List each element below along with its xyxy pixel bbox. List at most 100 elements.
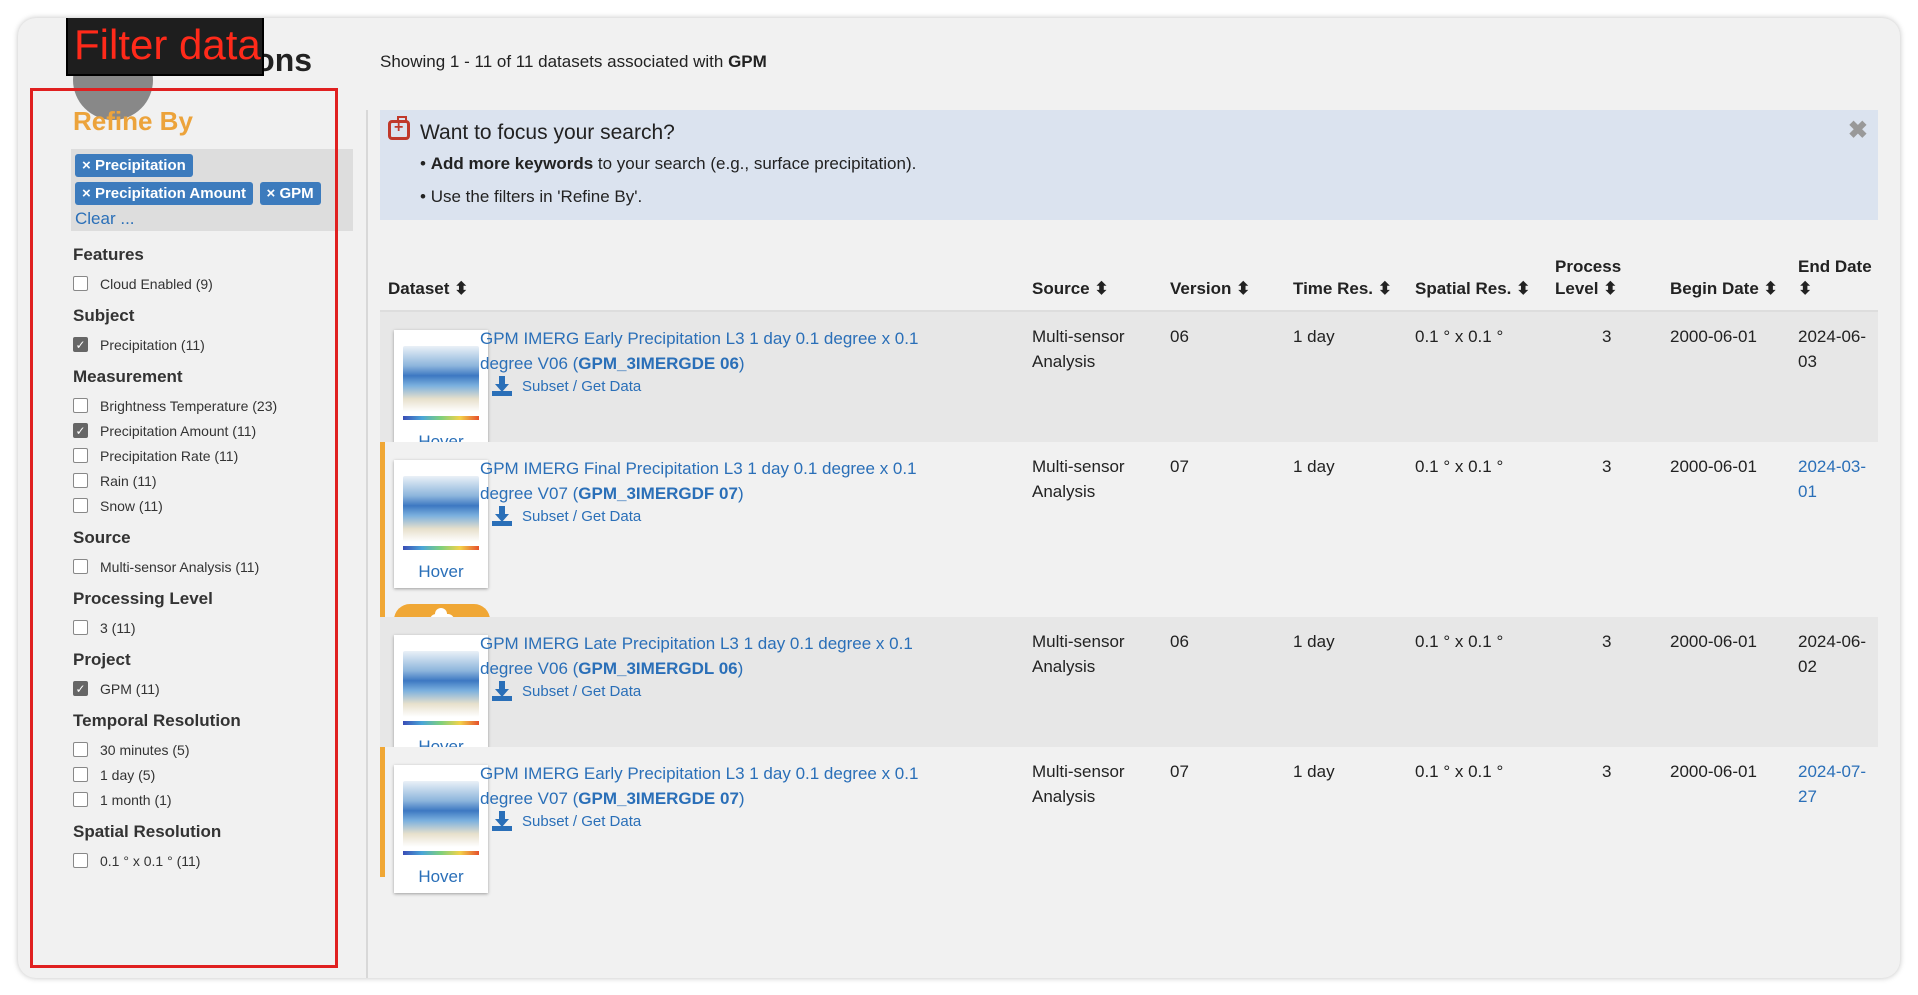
sort-icon[interactable]: ⬍: [1094, 279, 1108, 298]
time-res-cell: 1 day: [1293, 762, 1335, 781]
col-time-res[interactable]: Time Res. ⬍: [1293, 278, 1392, 300]
process-level-cell: 3: [1602, 762, 1612, 781]
facet-checkbox[interactable]: [73, 473, 88, 488]
chip-label: Precipitation: [94, 157, 186, 174]
filter-chip-gpm[interactable]: × GPM: [259, 182, 321, 205]
hover-link[interactable]: Hover: [394, 867, 488, 887]
col-source[interactable]: Source ⬍: [1032, 278, 1109, 300]
sort-icon[interactable]: ⬍: [1798, 279, 1812, 298]
facet-option-label: GPM (11): [100, 680, 160, 697]
dataset-link[interactable]: GPM IMERG Final Precipitation L3 1 day 0…: [480, 456, 940, 506]
facet-option[interactable]: 1 month (1): [73, 791, 333, 808]
map-thumbnail-image: [403, 781, 479, 847]
facet-option[interactable]: Snow (11): [73, 497, 333, 514]
col-label: Process: [1555, 257, 1622, 276]
facet-option[interactable]: ✓ GPM (11): [73, 680, 333, 697]
col-process-level[interactable]: Process Level ⬍: [1555, 256, 1621, 300]
table-row: Hover GPM IMERG Final Precipitation L3 1…: [380, 442, 1878, 636]
col-end-date[interactable]: End Date ⬍: [1798, 256, 1878, 300]
chip-remove-icon[interactable]: ×: [267, 185, 276, 202]
facet-checkbox[interactable]: [73, 853, 88, 868]
facet-title: Source: [73, 528, 131, 547]
dataset-thumbnail[interactable]: Hover: [394, 765, 488, 893]
facet-checkbox[interactable]: ✓: [73, 423, 88, 438]
facet-title: Spatial Resolution: [73, 822, 222, 841]
col-label: Time Res.: [1293, 279, 1374, 298]
dataset-link[interactable]: GPM IMERG Early Precipitation L3 1 day 0…: [480, 761, 940, 811]
facet-checkbox[interactable]: [73, 620, 88, 635]
dataset-shortname: GPM_3IMERGDE 07: [578, 789, 739, 808]
process-level-cell: 3: [1602, 457, 1612, 476]
end-date-cell: 2024-06-03: [1798, 327, 1867, 371]
facet-checkbox[interactable]: [73, 767, 88, 782]
subset-get-data-link[interactable]: Subset / Get Data: [492, 506, 641, 526]
table-row: Hover GPM IMERG Late Precipitation L3 1 …: [380, 617, 1878, 763]
bullet: •: [420, 154, 426, 173]
clear-filters-link[interactable]: Clear ...: [75, 209, 349, 229]
facet-option[interactable]: Multi-sensor Analysis (11): [73, 558, 333, 575]
chip-remove-icon[interactable]: ×: [82, 157, 91, 174]
table-header: Dataset ⬍ Source ⬍ Version ⬍ Time Res. ⬍…: [380, 240, 1878, 312]
facet-option[interactable]: Rain (11): [73, 472, 333, 489]
facet-title: Temporal Resolution: [73, 711, 241, 730]
filter-chip-precipitation-amount[interactable]: × Precipitation Amount: [75, 182, 254, 205]
sort-icon[interactable]: ⬍: [1764, 279, 1778, 298]
source-text: Analysis: [1032, 482, 1096, 501]
focus-search-alert: Want to focus your search? • Add more ke…: [380, 110, 1878, 220]
facet-option[interactable]: 0.1 ° x 0.1 ° (11): [73, 852, 333, 869]
facet-checkbox[interactable]: ✓: [73, 337, 88, 352]
facet-option[interactable]: Cloud Enabled (9): [73, 275, 333, 292]
end-date-cell[interactable]: 2024-03-01: [1798, 454, 1878, 504]
sort-icon[interactable]: ⬍: [1236, 279, 1250, 298]
facet-checkbox[interactable]: [73, 498, 88, 513]
facet-checkbox[interactable]: [73, 276, 88, 291]
spatial-res-cell: 0.1 ° x 0.1 °: [1415, 762, 1504, 781]
dataset-thumbnail[interactable]: Hover: [394, 460, 488, 588]
facet-checkbox[interactable]: [73, 559, 88, 574]
divider: [366, 110, 368, 978]
focus-tip-text: Use the filters in 'Refine By'.: [430, 187, 643, 206]
end-date-cell[interactable]: 2024-07-27: [1798, 759, 1878, 809]
subset-get-data-link[interactable]: Subset / Get Data: [492, 811, 641, 831]
dataset-link[interactable]: GPM IMERG Early Precipitation L3 1 day 0…: [480, 326, 940, 376]
col-begin-date[interactable]: Begin Date ⬍: [1670, 278, 1778, 300]
focus-tip-rest: to your search (e.g., surface precipitat…: [593, 154, 917, 173]
sort-icon[interactable]: ⬍: [1516, 279, 1530, 298]
source-cell: Multi-sensor Analysis: [1032, 629, 1125, 679]
facet-option[interactable]: ✓ Precipitation Amount (11): [73, 422, 333, 439]
dataset-shortname: GPM_3IMERGDE 06: [578, 354, 739, 373]
col-version[interactable]: Version ⬍: [1170, 278, 1250, 300]
facet-option[interactable]: Brightness Temperature (23): [73, 397, 333, 414]
facet-option[interactable]: 3 (11): [73, 619, 333, 636]
facet-option[interactable]: 30 minutes (5): [73, 741, 333, 758]
facet-checkbox[interactable]: ✓: [73, 681, 88, 696]
source-cell: Multi-sensor Analysis: [1032, 454, 1125, 504]
dataset-name: degree V07 (: [480, 789, 579, 808]
filter-chip-precipitation[interactable]: × Precipitation: [75, 154, 193, 177]
dataset-name: degree V06 (: [480, 659, 579, 678]
facet-option-label: 30 minutes (5): [100, 741, 190, 758]
facet-option[interactable]: Precipitation Rate (11): [73, 447, 333, 464]
dataset-thumbnail[interactable]: Hover: [394, 330, 488, 458]
sort-icon[interactable]: ⬍: [1378, 279, 1392, 298]
facet-option[interactable]: 1 day (5): [73, 766, 333, 783]
dataset-name: GPM IMERG Early Precipitation L3 1 day 0…: [480, 764, 919, 783]
dataset-thumbnail[interactable]: Hover: [394, 635, 488, 763]
facet-checkbox[interactable]: [73, 742, 88, 757]
facet-option[interactable]: ✓ Precipitation (11): [73, 336, 333, 353]
sort-icon[interactable]: ⬍: [454, 279, 468, 298]
subset-get-data-link[interactable]: Subset / Get Data: [492, 681, 641, 701]
close-icon[interactable]: ✖: [1848, 116, 1868, 145]
dataset-link[interactable]: GPM IMERG Late Precipitation L3 1 day 0.…: [480, 631, 940, 681]
col-spatial-res[interactable]: Spatial Res. ⬍: [1415, 278, 1530, 300]
hover-link[interactable]: Hover: [394, 562, 488, 582]
facet-checkbox[interactable]: [73, 398, 88, 413]
col-dataset[interactable]: Dataset ⬍: [388, 278, 468, 300]
facet-checkbox[interactable]: [73, 448, 88, 463]
refine-heading: Refine By: [73, 106, 193, 136]
facet-option-label: 1 day (5): [100, 766, 156, 783]
subset-get-data-link[interactable]: Subset / Get Data: [492, 376, 641, 396]
sort-icon[interactable]: ⬍: [1603, 279, 1617, 298]
facet-checkbox[interactable]: [73, 792, 88, 807]
chip-remove-icon[interactable]: ×: [82, 185, 91, 202]
